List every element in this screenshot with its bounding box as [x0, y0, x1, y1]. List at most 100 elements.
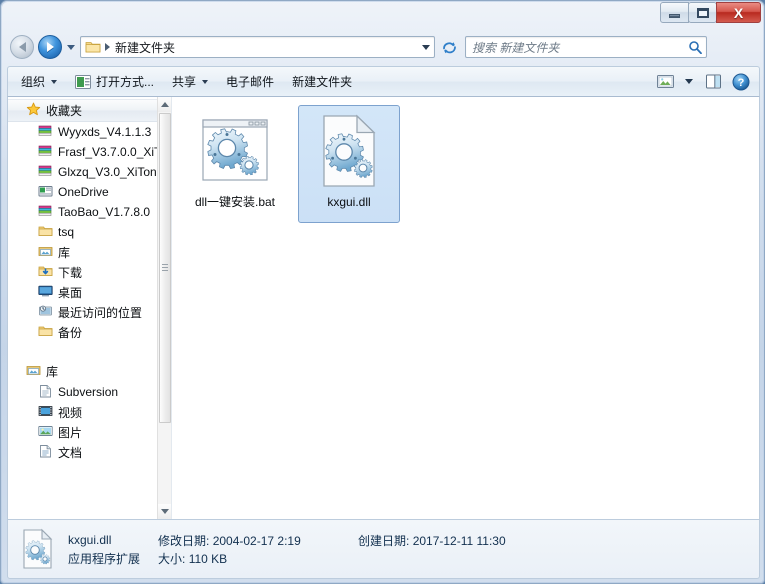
- details-modified-value: 2004-02-17 2:19: [212, 533, 301, 548]
- sidebar-item-wyyxds[interactable]: Wyyxds_V4.1.1.3: [8, 122, 157, 142]
- preview-pane-icon: [705, 74, 721, 89]
- share-label: 共享: [172, 75, 197, 89]
- chevron-down-icon: [422, 44, 430, 50]
- sidebar-item-taobao[interactable]: TaoBao_V1.7.8.0: [8, 202, 157, 222]
- onedrive-icon: [38, 184, 53, 201]
- details-size-value: 110 KB: [188, 551, 228, 566]
- sidebar-item-label: OneDrive: [58, 185, 109, 199]
- picture-icon: [38, 424, 53, 441]
- sidebar-item-label: tsq: [58, 225, 75, 239]
- sidebar-item-backup[interactable]: 备份: [8, 322, 157, 342]
- file-list-pane[interactable]: dll一键安装.bat kxgui.dll: [172, 97, 759, 519]
- folder-icon: [38, 224, 53, 241]
- sidebar-item-tsq[interactable]: tsq: [8, 222, 157, 242]
- archive-icon: [38, 164, 53, 181]
- open-with-label: 打开方式...: [96, 75, 155, 89]
- details-file-name: kxgui.dll: [68, 533, 112, 547]
- scroll-down-button[interactable]: [158, 504, 171, 519]
- archive-icon: [38, 144, 53, 161]
- sidebar-item-recent-places[interactable]: 最近访问的位置: [8, 302, 157, 322]
- sidebar-header-label: 库: [46, 365, 59, 379]
- sidebar-item-downloads[interactable]: 下载: [8, 262, 157, 282]
- back-button[interactable]: [10, 35, 34, 59]
- sidebar-item-subversion[interactable]: Subversion: [8, 382, 157, 402]
- sidebar-item-label: 视频: [58, 405, 83, 420]
- sidebar-item-label: Glxzq_V3.0_XiTong: [58, 165, 157, 179]
- file-item-bat[interactable]: dll一键安装.bat: [184, 105, 286, 223]
- folder-icon: [85, 40, 101, 54]
- sidebar-item-frasf[interactable]: Frasf_V3.7.0.0_XiTong: [8, 142, 157, 162]
- open-with-button[interactable]: 打开方式...: [66, 69, 163, 94]
- view-options-button[interactable]: [651, 69, 679, 94]
- sidebar-item-label: 备份: [58, 325, 83, 340]
- details-file-type: 应用程序扩展: [68, 551, 141, 566]
- file-item-dll[interactable]: kxgui.dll: [298, 105, 400, 223]
- command-bar: 组织 打开方式... 共享 电子邮件 新建文件夹 ?: [7, 66, 760, 97]
- file-label: dll一键安装.bat: [194, 195, 276, 209]
- archive-icon: [38, 124, 53, 141]
- help-button[interactable]: ?: [727, 69, 755, 94]
- address-bar[interactable]: 新建文件夹: [80, 36, 435, 58]
- details-size-label: 大小:: [158, 551, 186, 566]
- forward-button[interactable]: [38, 35, 62, 59]
- document-icon: [38, 384, 53, 401]
- search-box[interactable]: 搜索 新建文件夹: [465, 36, 707, 58]
- history-dropdown-button[interactable]: [65, 37, 77, 57]
- title-bar[interactable]: X: [1, 1, 765, 29]
- sidebar-item-onedrive[interactable]: OneDrive: [8, 182, 157, 202]
- sidebar-item-glxzq[interactable]: Glxzq_V3.0_XiTong: [8, 162, 157, 182]
- close-icon: X: [733, 4, 744, 21]
- breadcrumb[interactable]: 新建文件夹: [115, 39, 418, 56]
- nav-section-libraries: 库 Subversion 视频 图片 文档: [8, 361, 157, 462]
- sidebar-item-label: 最近访问的位置: [58, 305, 143, 320]
- chevron-down-icon: [685, 79, 693, 84]
- desktop-icon: [38, 284, 53, 301]
- dll-gear-icon: [20, 528, 56, 570]
- sidebar-item-videos[interactable]: 视频: [8, 402, 157, 422]
- search-icon[interactable]: [684, 40, 706, 54]
- sidebar-item-pictures[interactable]: 图片: [8, 422, 157, 442]
- document-icon: [38, 444, 53, 461]
- library-icon: [26, 363, 41, 380]
- scroll-up-button[interactable]: [158, 97, 171, 112]
- organize-label: 组织: [21, 75, 46, 89]
- chevron-down-icon: [202, 79, 209, 84]
- sidebar-header-favorites[interactable]: 收藏夹: [8, 99, 157, 122]
- sidebar-item-desktop[interactable]: 桌面: [8, 282, 157, 302]
- sidebar-header-libraries[interactable]: 库: [8, 361, 157, 382]
- address-dropdown-button[interactable]: [418, 44, 434, 50]
- sidebar-item-documents[interactable]: 文档: [8, 442, 157, 462]
- view-options-icon: [656, 75, 674, 88]
- chevron-down-icon: [51, 79, 58, 84]
- navigation-pane-scroll-content: 收藏夹 Wyyxds_V4.1.1.3 Frasf_V3.7.0.0_Xi Gl…: [8, 97, 157, 519]
- archive-icon: [38, 204, 53, 221]
- navigation-bar: 新建文件夹 搜索 新建文件夹: [1, 31, 765, 63]
- open-with-icon: [75, 74, 92, 89]
- preview-pane-button[interactable]: [699, 69, 727, 94]
- search-input[interactable]: 搜索 新建文件夹: [466, 39, 684, 56]
- maximize-button[interactable]: [688, 2, 717, 23]
- new-folder-button[interactable]: 新建文件夹: [283, 69, 361, 94]
- chevron-up-icon: [161, 102, 169, 107]
- email-button[interactable]: 电子邮件: [217, 69, 283, 94]
- refresh-icon: [442, 41, 456, 53]
- explorer-body: 收藏夹 Wyyxds_V4.1.1.3 Frasf_V3.7.0.0_Xi Gl…: [7, 97, 760, 519]
- chevron-down-icon: [67, 44, 75, 50]
- organize-button[interactable]: 组织: [12, 69, 66, 94]
- minimize-icon: [669, 14, 680, 18]
- sidebar-item-label: 桌面: [58, 285, 83, 300]
- sidebar-item-label: Wyyxds_V4.1.1.3: [58, 125, 152, 139]
- close-button[interactable]: X: [716, 2, 761, 23]
- sidebar-item-library[interactable]: 库: [8, 242, 157, 262]
- details-size: 大小: 110 KB: [158, 550, 358, 567]
- share-button[interactable]: 共享: [163, 69, 217, 94]
- minimize-button[interactable]: [660, 2, 689, 23]
- refresh-button[interactable]: [438, 36, 460, 58]
- scrollbar-thumb[interactable]: [159, 113, 171, 423]
- details-created-label: 创建日期:: [358, 533, 410, 548]
- navigation-pane-scrollbar[interactable]: [157, 97, 171, 519]
- email-label: 电子邮件: [226, 75, 275, 89]
- view-dropdown-button[interactable]: [679, 69, 699, 94]
- sidebar-item-label: 图片: [58, 425, 83, 440]
- sidebar-item-label: 文档: [58, 445, 83, 460]
